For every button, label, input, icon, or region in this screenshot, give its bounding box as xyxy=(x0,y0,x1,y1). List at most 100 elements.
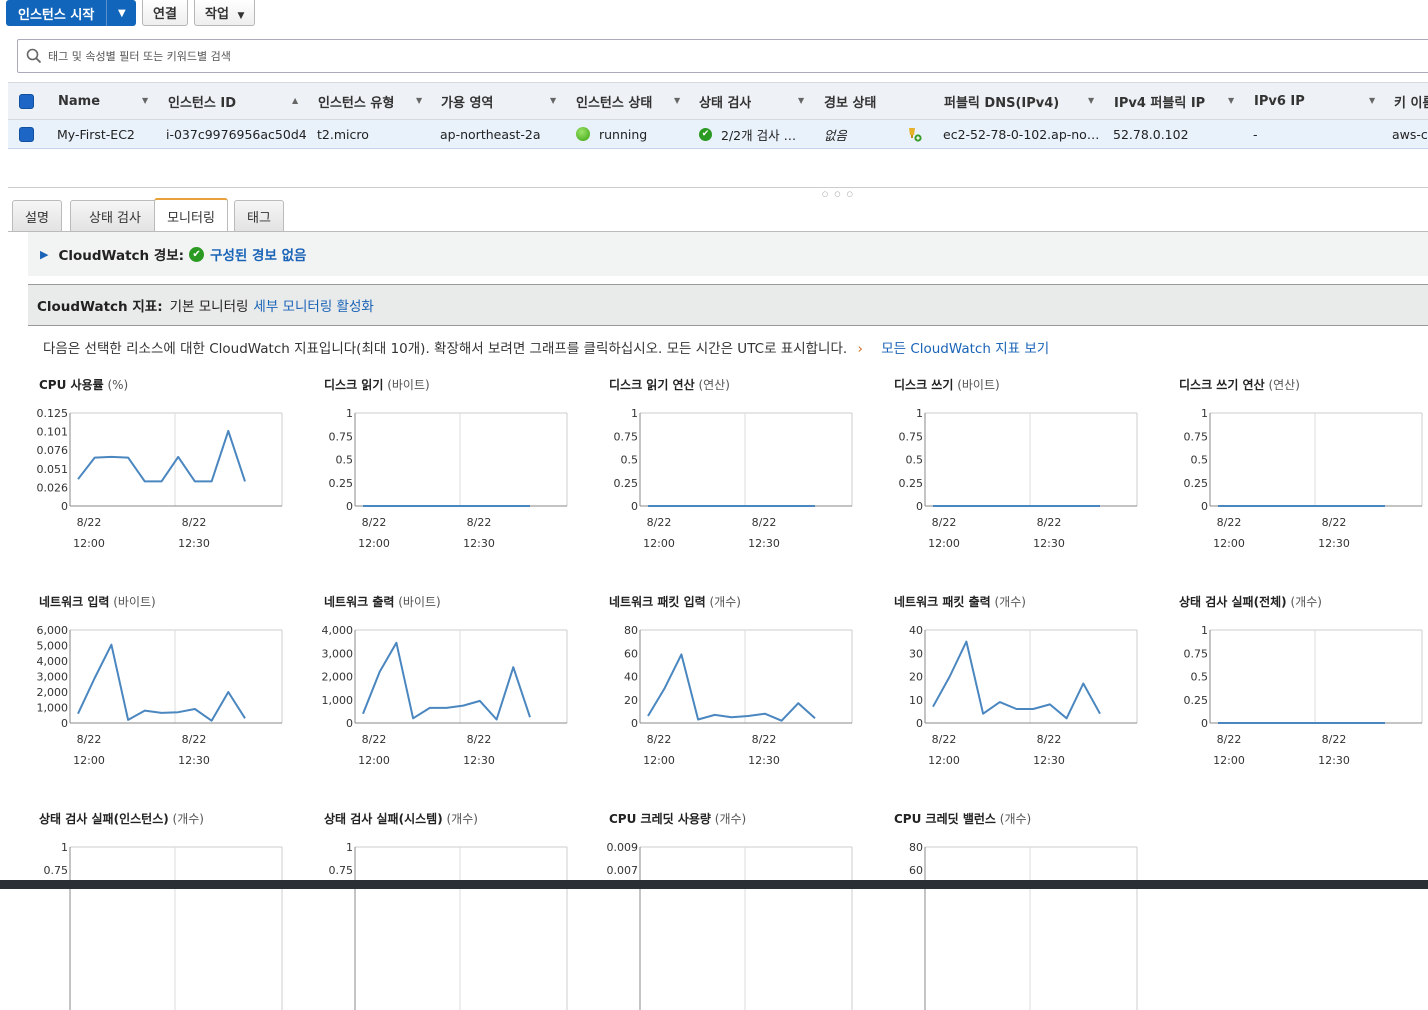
y-tick-label: 60 xyxy=(909,864,923,877)
y-tick-label: 0.125 xyxy=(37,407,69,420)
column-alarm-status[interactable]: 경보 상태 xyxy=(824,83,876,119)
expand-arrow-icon[interactable]: ▶ xyxy=(40,248,48,261)
metric-chart[interactable]: 상태 검사 실패(인스턴스) (개수) 1 0.75 xyxy=(28,810,313,1010)
y-tick-label: 0 xyxy=(916,717,923,730)
cell-ipv4: 52.78.0.102 xyxy=(1113,126,1189,142)
metric-chart[interactable]: 상태 검사 실패(전체) (개수) 1 0.75 0.5 0.25 0 8/22 12:00 8… xyxy=(1168,593,1428,793)
y-tick-label: 0.25 xyxy=(1184,477,1209,490)
metric-chart[interactable]: CPU 크레딧 밸런스 (개수) 80 60 xyxy=(883,810,1168,1010)
y-tick-label: 0 xyxy=(631,717,638,730)
column-instance-state[interactable]: 인스턴스 상태 xyxy=(576,83,652,119)
alarm-edit-icon[interactable] xyxy=(906,120,922,148)
chart-svg: 0.125 0.101 0.076 0.051 0.026 0 8/22 12:00 8/22 1… xyxy=(37,407,283,550)
cell-instance-id: i-037c9976956ac50d4 xyxy=(166,126,307,142)
launch-instance-button[interactable]: 인스턴스 시작 ▼ xyxy=(6,0,137,26)
sort-icon[interactable]: ▼ xyxy=(1088,96,1094,105)
tab-status-checks[interactable]: 상태 검사 xyxy=(70,200,160,232)
column-key-name[interactable]: 키 이름 xyxy=(1394,83,1428,119)
chart-svg: 10.75 xyxy=(329,841,568,1010)
metric-chart[interactable]: 네트워크 패킷 입력 (개수) 80 60 40 20 0 8/22 12:00 8/22 12:… xyxy=(598,593,883,793)
sort-icon[interactable]: ▼ xyxy=(1228,96,1234,105)
y-tick-label: 0.009 xyxy=(607,841,639,854)
y-tick-label: 1 xyxy=(61,841,68,854)
search-placeholder: 태그 및 속성별 필터 또는 키워드별 검색 xyxy=(48,50,231,63)
sort-icon[interactable]: ▼ xyxy=(798,96,804,105)
chart-svg: 10.75 xyxy=(44,841,283,1010)
y-tick-label: 0 xyxy=(346,500,353,513)
sort-icon[interactable]: ▼ xyxy=(1369,96,1375,105)
sort-icon[interactable]: ▼ xyxy=(674,96,680,105)
cell-state: running xyxy=(576,120,647,148)
column-ipv6[interactable]: IPv6 IP xyxy=(1254,83,1305,119)
bottom-bar xyxy=(0,880,1428,889)
y-tick-label: 1 xyxy=(916,407,923,420)
connect-button[interactable]: 연결 xyxy=(142,0,188,26)
x-tick-label: 8/22 xyxy=(182,733,207,746)
y-tick-label: 20 xyxy=(909,671,923,684)
sort-icon[interactable]: ▼ xyxy=(416,96,422,105)
metric-chart[interactable]: 네트워크 출력 (바이트) 4,000 3,000 2,000 1,000 0 8/22 12… xyxy=(313,593,598,793)
running-status-icon xyxy=(576,127,590,141)
y-tick-label: 0.75 xyxy=(1184,430,1209,443)
table-row[interactable]: My-First-EC2 i-037c9976956ac50d4 t2.micr… xyxy=(8,120,1428,149)
chevron-down-icon: ▼ xyxy=(237,11,245,21)
actions-button[interactable]: 작업 ▼ xyxy=(194,0,256,26)
y-tick-label: 0 xyxy=(631,500,638,513)
row-checkbox[interactable] xyxy=(19,120,34,148)
view-all-metrics-link[interactable]: 모든 CloudWatch 지표 보기 xyxy=(881,341,1049,357)
chevron-down-icon[interactable]: ▼ xyxy=(106,0,136,26)
chart-svg: 6,000 5,000 4,000 3,000 2,000 1,000 0 8/22 12:00… xyxy=(37,624,283,767)
description-text: 다음은 선택한 리소스에 대한 CloudWatch 지표입니다(최대 10개)… xyxy=(43,341,848,357)
select-all-checkbox[interactable] xyxy=(19,83,34,119)
actions-label: 작업 xyxy=(205,7,229,22)
cell-key-name: aws-c xyxy=(1392,126,1428,142)
x-tick-label: 12:30 xyxy=(1033,537,1065,550)
metric-chart[interactable]: CPU 크레딧 사용량 (개수) 0.009 0.007 xyxy=(598,810,883,1010)
metric-chart[interactable]: 네트워크 패킷 출력 (개수) 40 30 20 10 0 8/22 12:00 8/22 12:… xyxy=(883,593,1168,793)
column-availability-zone[interactable]: 가용 영역 xyxy=(441,83,493,119)
resize-handle[interactable]: ○ ○ ○ xyxy=(822,190,855,198)
y-tick-label: 0.051 xyxy=(37,463,69,476)
metrics-description: 다음은 선택한 리소스에 대한 CloudWatch 지표입니다(최대 10개)… xyxy=(43,337,1049,357)
y-tick-label: 0.75 xyxy=(614,430,639,443)
enable-detailed-monitoring-link[interactable]: 세부 모니터링 활성화 xyxy=(253,295,373,315)
y-tick-label: 20 xyxy=(624,694,638,707)
column-public-dns[interactable]: 퍼블릭 DNS(IPv4) xyxy=(944,83,1059,119)
metric-chart[interactable]: 네트워크 입력 (바이트) 6,000 5,000 4,000 3,000 2,000 1,… xyxy=(28,593,313,793)
y-tick-label: 1 xyxy=(346,841,353,854)
x-tick-label: 12:30 xyxy=(1318,754,1350,767)
search-input[interactable]: 태그 및 속성별 필터 또는 키워드별 검색 xyxy=(17,39,1428,73)
column-name[interactable]: Name xyxy=(58,83,100,119)
y-tick-label: 0.5 xyxy=(906,454,924,467)
sort-asc-icon[interactable]: ▲ xyxy=(292,96,298,105)
tab-description[interactable]: 설명 xyxy=(12,200,62,232)
x-tick-label: 8/22 xyxy=(362,733,387,746)
x-tick-label: 8/22 xyxy=(752,516,777,529)
tab-tags[interactable]: 태그 xyxy=(234,200,284,232)
metric-chart[interactable]: 상태 검사 실패(시스템) (개수) 1 0.75 xyxy=(313,810,598,1010)
sort-icon[interactable]: ▼ xyxy=(142,96,148,105)
cell-instance-type: t2.micro xyxy=(317,126,369,142)
column-instance-id[interactable]: 인스턴스 ID xyxy=(168,83,236,119)
x-tick-label: 8/22 xyxy=(647,516,672,529)
column-status-check[interactable]: 상태 검사 xyxy=(699,83,751,119)
y-tick-label: 0.5 xyxy=(336,454,354,467)
metric-chart[interactable]: CPU 사용률 (%) 0.125 0.101 0.076 0.051 0.026 0 8/2… xyxy=(28,376,313,576)
column-ipv4[interactable]: IPv4 퍼블릭 IP xyxy=(1114,83,1205,119)
tab-monitoring[interactable]: 모니터링 xyxy=(154,198,228,232)
series-line xyxy=(362,641,531,721)
x-tick-label: 8/22 xyxy=(77,516,102,529)
metric-chart[interactable]: 디스크 쓰기 연산 (연산) 1 0.75 0.5 0.25 0 8/22 12:00 8/22… xyxy=(1168,376,1428,576)
series-line xyxy=(647,653,816,722)
column-instance-type[interactable]: 인스턴스 유형 xyxy=(318,83,394,119)
x-tick-label: 8/22 xyxy=(362,516,387,529)
y-tick-label: 5,000 xyxy=(37,640,69,653)
y-tick-label: 40 xyxy=(909,624,923,637)
y-tick-label: 80 xyxy=(624,624,638,637)
y-tick-label: 0.026 xyxy=(37,481,69,494)
alarm-link[interactable]: 구성된 경보 없음 xyxy=(210,244,306,264)
metric-chart[interactable]: 디스크 읽기 연산 (연산) 1 0.75 0.5 0.25 0 8/22 12:00 8/22… xyxy=(598,376,883,576)
sort-icon[interactable]: ▼ xyxy=(550,96,556,105)
metric-chart[interactable]: 디스크 읽기 (바이트) 1 0.75 0.5 0.25 0 8/22 12:00 8/22 12… xyxy=(313,376,598,576)
metric-chart[interactable]: 디스크 쓰기 (바이트) 1 0.75 0.5 0.25 0 8/22 12:00 8/22 12… xyxy=(883,376,1168,576)
